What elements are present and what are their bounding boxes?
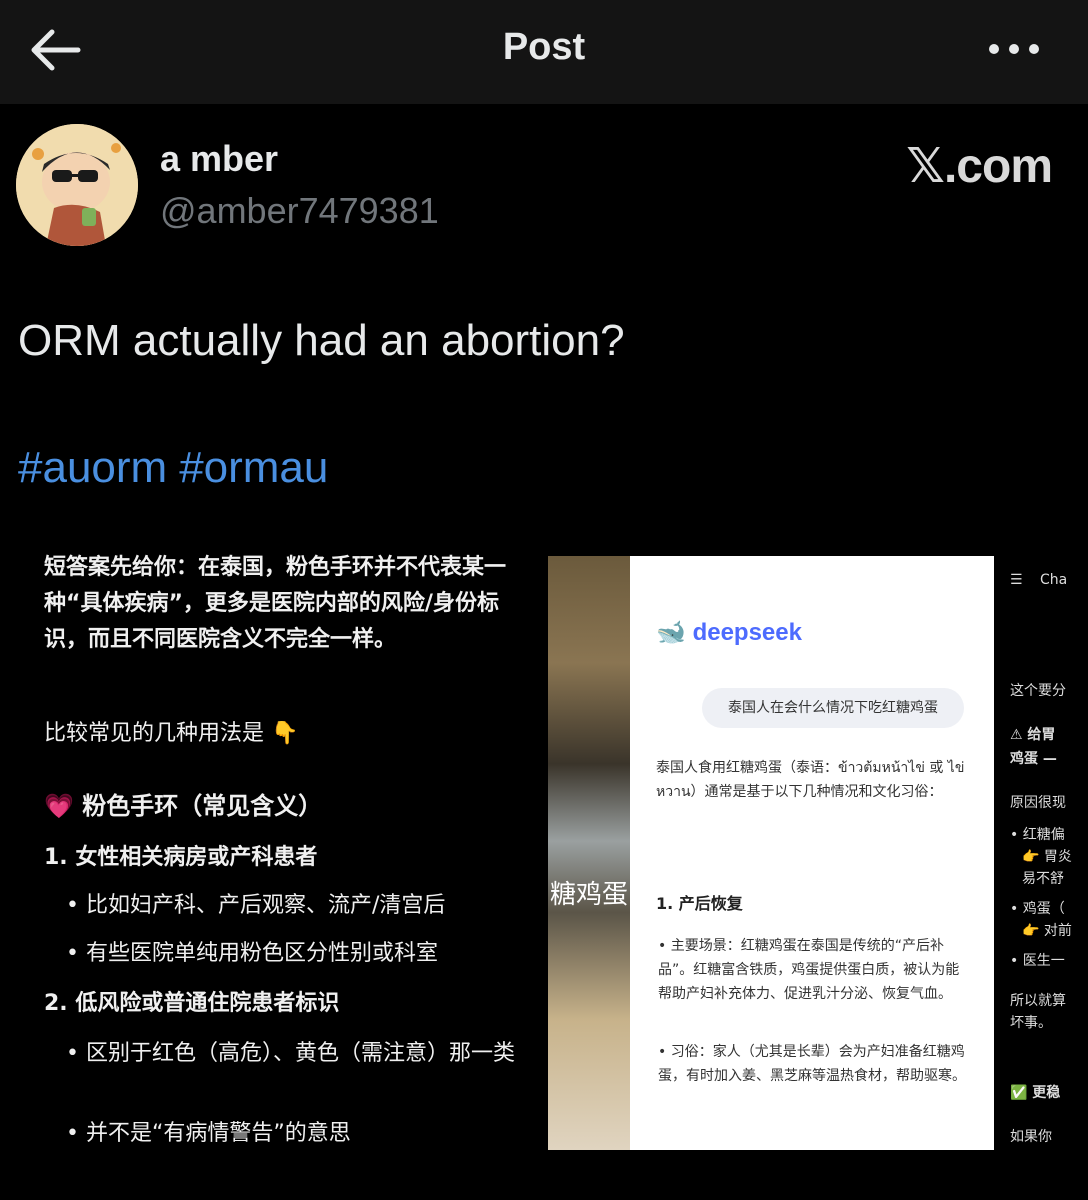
photo-caption: 糖鸡蛋 [550, 880, 629, 910]
avatar[interactable] [16, 124, 138, 246]
hashtags: #auorm #ormau [18, 443, 340, 493]
deepseek-logo: 🐋 deepseek [656, 618, 802, 647]
author-display-name[interactable]: a mber [160, 138, 278, 180]
answer-bullet: • 主要场景：红糖鸡蛋在泰国是传统的“产后补品”。红糖富含铁质，鸡蛋提供蛋白质，… [658, 938, 960, 1002]
hashtag-link[interactable]: #auorm [18, 443, 167, 492]
question-bubble: 泰国人在会什么情况下吃红糖鸡蛋 [702, 688, 964, 728]
lead-text: 比较常见的几种用法是 👇 [44, 721, 299, 746]
cropped-text: • 红糖偏 [1010, 827, 1065, 843]
cropped-text: 👉 对前 [1022, 923, 1072, 939]
more-options-icon[interactable] [984, 34, 1044, 64]
list-item: 1. 女性相关病房或产科患者 [44, 845, 318, 870]
intro-text: 短答案先给你：在泰国，粉色手环并不代表某一种“具体疾病”，更多是医院内部的风险/… [44, 555, 507, 652]
menu-icon: ☰ [1010, 572, 1023, 588]
hashtag-link[interactable]: #ormau [179, 443, 328, 492]
whale-icon: 🐋 [656, 619, 686, 646]
list-item: 2. 低风险或普通住院患者标识 [44, 991, 340, 1016]
answer-bullet: • 习俗：家人（尤其是长辈）会为产妇准备红糖鸡蛋，有时加入姜、黑芝麻等温热食材，… [658, 1044, 966, 1084]
answer-section: 1. 产后恢复 [656, 894, 743, 913]
author-handle[interactable]: @amber7479381 [160, 190, 439, 232]
cropped-text: 鸡蛋 — [1010, 751, 1057, 767]
embedded-image-right[interactable]: ☰ Cha 这个要分 ⚠ 给胃 鸡蛋 — 原因很现 • 红糖偏 👉 胃炎 易不舒… [1000, 556, 1088, 1150]
list-item: • 有些医院单纯用粉色区分性别或科室 [66, 941, 438, 966]
page-title: Post [502, 26, 586, 68]
cropped-text: 如果你 [1010, 1129, 1052, 1145]
cropped-text: Cha [1040, 572, 1068, 588]
cropped-text: 所以就算 [1010, 993, 1066, 1009]
cropped-text: 坏事。 [1010, 1015, 1052, 1031]
x-logo-watermark: 𝕏.com [906, 140, 1053, 193]
food-photo [548, 556, 630, 1150]
answer-intro: 泰国人食用红糖鸡蛋（泰语：ข้าวต้มหน้าไข่ 或 ไข่หวาน）通常… [656, 760, 965, 800]
post-text: ORM actually had an abortion? [18, 316, 625, 365]
cropped-text: • 医生一 [1010, 953, 1065, 969]
section-heading: 💗 粉色手环（常见含义） [44, 792, 323, 820]
cropped-text: 易不舒 [1022, 871, 1064, 887]
cropped-text: 👉 胃炎 [1022, 849, 1072, 865]
list-item: • 并不是“有病情警告”的意思 [66, 1121, 351, 1146]
cropped-text: • 鸡蛋（ [1010, 901, 1065, 917]
cartoon-avatar-icon [16, 124, 138, 246]
list-item: • 比如妇产科、产后观察、流产/清宫后 [66, 893, 446, 918]
cropped-text: 原因很现 [1010, 795, 1066, 811]
cropped-text: ⚠ 给胃 [1010, 727, 1056, 743]
list-item: • 区别于红色（高危）、黄色（需注意）那一类 [66, 1041, 515, 1066]
embedded-image-middle[interactable]: 糖鸡蛋 🐋 deepseek 泰国人在会什么情况下吃红糖鸡蛋 泰国人食用红糖鸡蛋… [548, 556, 994, 1150]
brand-label: deepseek [692, 619, 802, 646]
top-bar: Post [0, 0, 1088, 104]
cropped-text: ✅ 更稳 [1010, 1085, 1061, 1101]
cropped-text: 这个要分 [1010, 683, 1066, 699]
